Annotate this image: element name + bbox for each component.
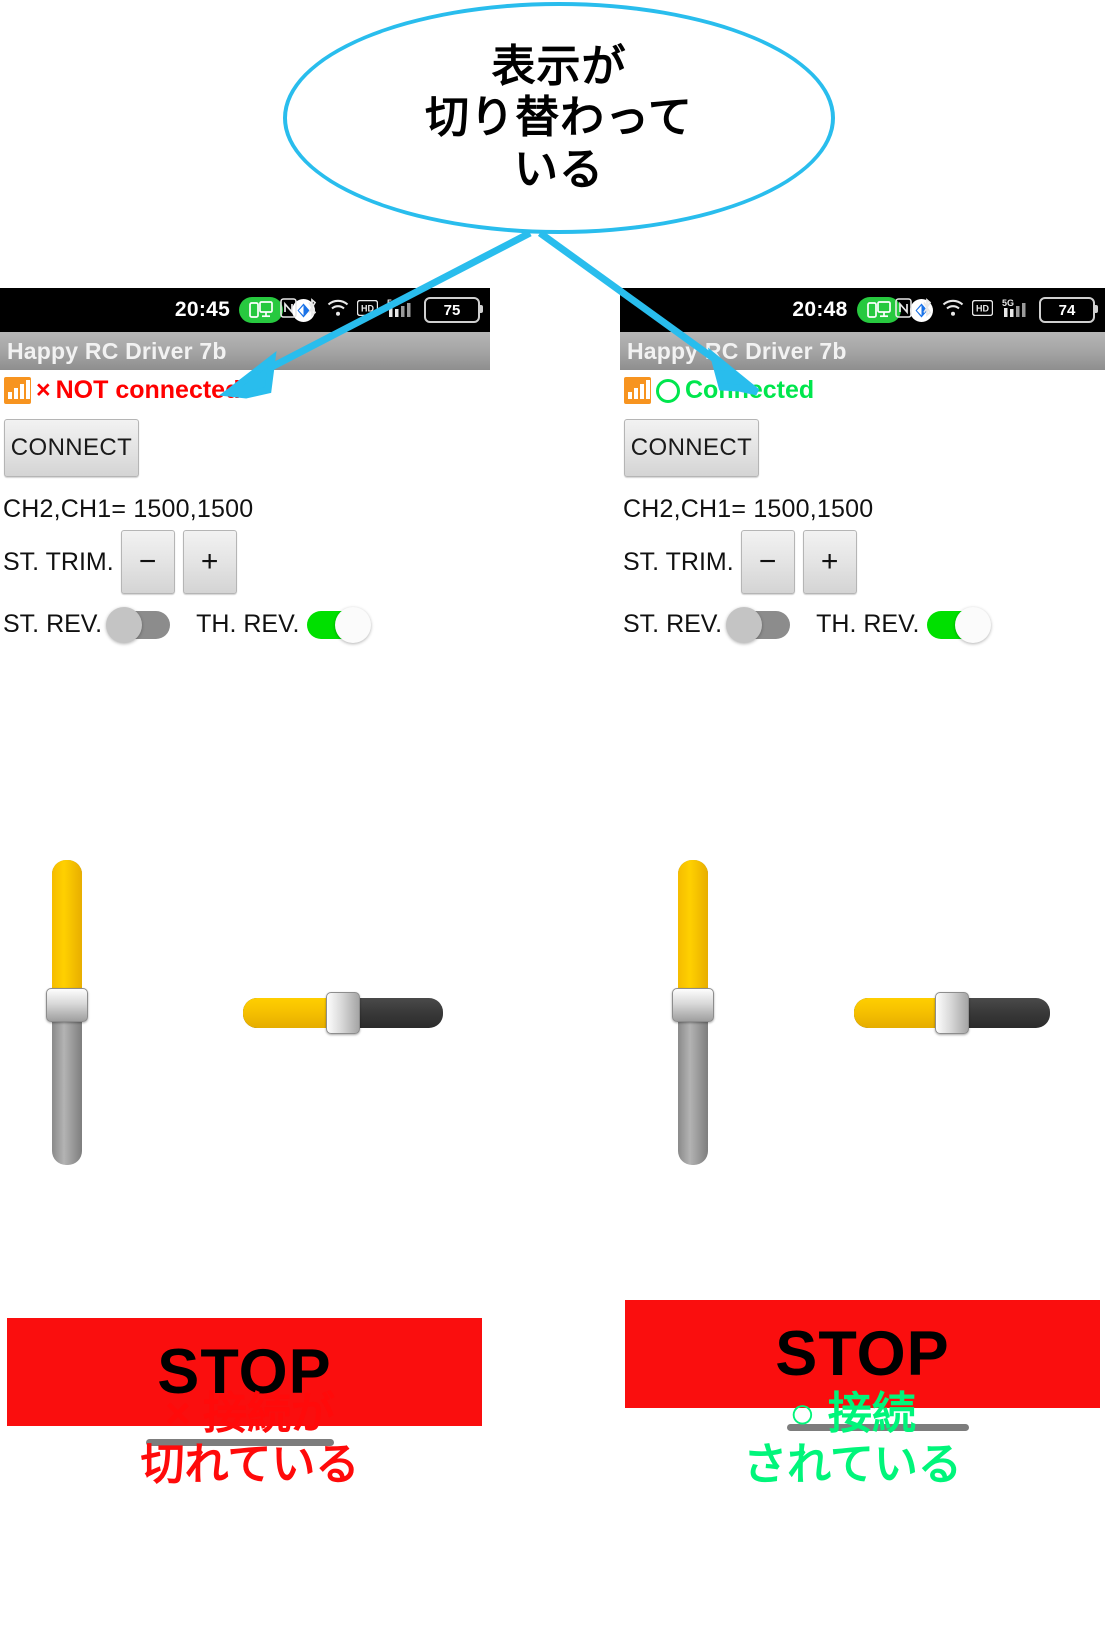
channel-readout: CH2,CH1= 1500,1500 xyxy=(623,495,874,523)
steering-slider-thumb[interactable] xyxy=(672,988,714,1022)
channel-readout: CH2,CH1= 1500,1500 xyxy=(3,495,254,523)
callout-line-3: いる xyxy=(514,144,604,194)
throttle-reverse-toggle[interactable] xyxy=(927,606,992,643)
app-title: Happy RC Driver 7b xyxy=(7,337,227,364)
steering-trim-row: ST. TRIM. − + xyxy=(623,530,1105,594)
wifi-icon xyxy=(942,299,964,322)
battery-indicator: 74 xyxy=(1039,297,1098,323)
hd-icon: HD xyxy=(356,299,379,321)
caption-right-line-1: ○ 接続 xyxy=(789,1389,916,1438)
status-bar-clock: 20:48 xyxy=(792,298,848,321)
screen-cast-icon xyxy=(239,297,284,323)
throttle-reverse-label: TH. REV. xyxy=(816,610,920,638)
callout-bubble: 表示が 切り替わって いる xyxy=(283,2,835,234)
throttle-reverse-label: TH. REV. xyxy=(196,610,300,638)
steering-slider-fill xyxy=(52,860,82,1005)
callout-line-2: 切り替わって xyxy=(425,93,693,143)
caption-left-line-2: 切れている xyxy=(140,1440,360,1490)
steering-trim-label: ST. TRIM. xyxy=(3,547,114,576)
status-bar-clock: 20:45 xyxy=(174,298,231,321)
app-title-bar: Happy RC Driver 7b xyxy=(0,332,490,370)
5g-signal-icon: 5G xyxy=(386,297,416,324)
throttle-slider[interactable] xyxy=(854,992,1050,1034)
android-status-bar: 20:45 HD 5G 75 xyxy=(0,288,490,332)
connection-status-label: NOT connected xyxy=(55,376,241,404)
connection-status-row: Connected xyxy=(620,370,1105,405)
reverse-switch-row: ST. REV. TH. REV. xyxy=(623,606,1105,643)
caption-left-line-1: × 接続が xyxy=(165,1389,335,1438)
app-title: Happy RC Driver 7b xyxy=(627,337,847,364)
hd-icon: HD xyxy=(971,299,994,321)
steering-trim-label: ST. TRIM. xyxy=(623,547,734,576)
throttle-slider[interactable] xyxy=(243,992,443,1034)
caption-right-line-2: されている xyxy=(743,1440,962,1490)
wifi-icon xyxy=(327,299,349,322)
screen-cast-icon xyxy=(856,297,901,323)
trim-plus-button[interactable]: + xyxy=(182,530,237,594)
steering-reverse-toggle[interactable] xyxy=(106,606,171,643)
status-mark-circle xyxy=(656,378,680,403)
trim-minus-button[interactable]: − xyxy=(740,530,795,594)
steering-slider[interactable] xyxy=(46,860,88,1165)
reverse-switch-row: ST. REV. TH. REV. xyxy=(3,606,490,643)
nfc-icon xyxy=(895,297,912,323)
trim-minus-button[interactable]: − xyxy=(120,530,175,594)
signal-bars-icon xyxy=(624,377,651,404)
steering-slider-fill xyxy=(678,860,708,1005)
stop-button-label: STOP xyxy=(775,1319,950,1389)
svg-text:5G: 5G xyxy=(1002,298,1014,308)
trim-plus-button[interactable]: + xyxy=(802,530,857,594)
steering-reverse-toggle[interactable] xyxy=(726,606,791,643)
steering-trim-row: ST. TRIM. − + xyxy=(3,530,490,594)
steering-reverse-label: ST. REV. xyxy=(3,610,103,638)
connect-button[interactable]: CONNECT xyxy=(4,419,139,477)
svg-text:HD: HD xyxy=(361,303,374,313)
steering-slider-thumb[interactable] xyxy=(46,988,88,1022)
connect-button[interactable]: CONNECT xyxy=(624,419,759,477)
caption-connected: ○ 接続 されている xyxy=(600,1388,1105,1490)
svg-text:5G: 5G xyxy=(387,298,399,308)
callout-line-1: 表示が xyxy=(491,41,627,91)
battery-indicator: 75 xyxy=(424,297,483,323)
app-title-bar: Happy RC Driver 7b xyxy=(620,332,1105,370)
bluetooth-icon xyxy=(305,297,319,323)
5g-signal-icon: 5G xyxy=(1001,297,1031,324)
status-mark-cross: × xyxy=(36,376,51,404)
caption-disconnected: × 接続が 切れている xyxy=(0,1388,500,1490)
svg-text:HD: HD xyxy=(976,303,989,313)
nfc-icon xyxy=(280,297,297,323)
steering-reverse-label: ST. REV. xyxy=(623,610,723,638)
connection-status-label: Connected xyxy=(685,376,815,404)
bluetooth-icon xyxy=(920,297,934,323)
signal-bars-icon xyxy=(4,377,31,404)
steering-slider[interactable] xyxy=(672,860,714,1165)
throttle-reverse-toggle[interactable] xyxy=(307,606,372,643)
throttle-slider-thumb[interactable] xyxy=(935,992,969,1034)
connection-status-row: × NOT connected xyxy=(0,370,490,405)
throttle-slider-thumb[interactable] xyxy=(326,992,360,1034)
android-status-bar: 20:48 HD 5G 74 xyxy=(620,288,1105,332)
